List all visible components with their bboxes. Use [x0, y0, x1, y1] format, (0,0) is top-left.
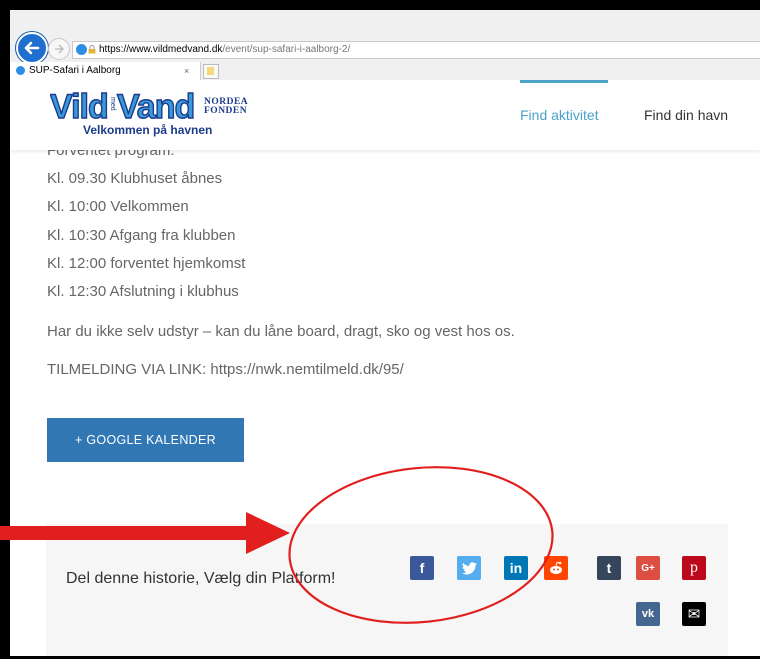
- vk-icon: vk: [641, 608, 655, 620]
- vk-share-button[interactable]: vk: [636, 602, 660, 626]
- svg-text:Vand: Vand: [117, 88, 194, 124]
- linkedin-icon: in: [509, 560, 523, 576]
- browser-window: https://www.vildmedvand.dk/event/sup-saf…: [10, 10, 760, 656]
- pinterest-icon: p: [690, 559, 698, 576]
- tab-title: SUP-Safari i Aalborg: [29, 65, 121, 76]
- favicon-icon: [16, 66, 25, 75]
- partner-line2: FONDEN: [204, 106, 248, 116]
- program-item: Kl. 12:00 forventet hjemkomst: [47, 255, 246, 272]
- google-calendar-button[interactable]: + GOOGLE KALENDER: [47, 418, 244, 462]
- reddit-share-button[interactable]: [544, 556, 568, 580]
- svg-text:med: med: [109, 97, 116, 111]
- twitter-icon: [461, 561, 477, 574]
- tumblr-share-button[interactable]: t: [597, 556, 621, 580]
- google-plus-share-button[interactable]: G+: [636, 556, 660, 580]
- browser-toolbar: https://www.vildmedvand.dk/event/sup-saf…: [10, 10, 760, 64]
- nav-find-aktivitet[interactable]: Find aktivitet: [520, 107, 599, 123]
- ie-icon: [76, 44, 87, 55]
- tab-bar: SUP-Safari i Aalborg ×: [10, 62, 760, 80]
- arrow-right-icon: [55, 44, 65, 54]
- event-content: Forventet program: Kl. 09.30 Klubhuset å…: [10, 140, 760, 656]
- tumblr-icon: t: [606, 560, 612, 576]
- program-item: Kl. 12:30 Afslutning i klubhus: [47, 283, 239, 300]
- program-item: Kl. 09.30 Klubhuset åbnes: [47, 170, 223, 187]
- active-nav-indicator: [520, 80, 608, 83]
- url-path: /event/sup-safari-i-aalborg-2/: [222, 44, 351, 55]
- back-button[interactable]: [16, 32, 48, 64]
- facebook-share-button[interactable]: f: [410, 556, 434, 580]
- share-box: Del denne historie, Vælg din Platform! f…: [46, 524, 728, 656]
- share-prompt: Del denne historie, Vælg din Platform!: [66, 570, 336, 587]
- program-item: Kl. 10:00 Velkommen: [47, 198, 189, 215]
- program-item: Kl. 10:30 Afgang fra klubben: [47, 227, 236, 244]
- reddit-icon: [550, 561, 562, 574]
- twitter-share-button[interactable]: [457, 556, 481, 580]
- logo-tagline: Velkommen på havnen: [83, 123, 213, 137]
- svg-text:Vild: Vild: [50, 88, 108, 124]
- equipment-note: Har du ikke selv udstyr – kan du låne bo…: [47, 323, 515, 340]
- nordea-fonden-logo: NORDEA FONDEN: [204, 97, 248, 116]
- nav-find-din-havn[interactable]: Find din havn: [644, 107, 728, 123]
- url-host: https://www.vildmedvand.dk: [99, 44, 223, 55]
- site-header: Vild Vand med Velkommen på havnen NORDEA…: [10, 80, 760, 150]
- facebook-icon: f: [419, 560, 425, 576]
- linkedin-share-button[interactable]: in: [504, 556, 528, 580]
- new-tab-button[interactable]: [203, 64, 219, 79]
- signup-link[interactable]: TILMELDING VIA LINK: https://nwk.nemtilm…: [47, 361, 404, 378]
- vildmedvand-logo[interactable]: Vild Vand med: [50, 88, 200, 124]
- url-text: https://www.vildmedvand.dk/event/sup-saf…: [99, 42, 350, 58]
- tab-sup-safari[interactable]: SUP-Safari i Aalborg ×: [10, 62, 201, 80]
- pinterest-share-button[interactable]: p: [682, 556, 706, 580]
- lock-icon: [88, 45, 96, 54]
- address-bar[interactable]: https://www.vildmedvand.dk/event/sup-saf…: [72, 41, 760, 59]
- google-plus-icon: G+: [641, 562, 655, 574]
- email-icon: ✉: [687, 606, 701, 623]
- tab-close-icon[interactable]: ×: [184, 62, 189, 80]
- arrow-left-icon: [24, 41, 40, 55]
- forward-button[interactable]: [48, 38, 70, 60]
- email-share-button[interactable]: ✉: [682, 602, 706, 626]
